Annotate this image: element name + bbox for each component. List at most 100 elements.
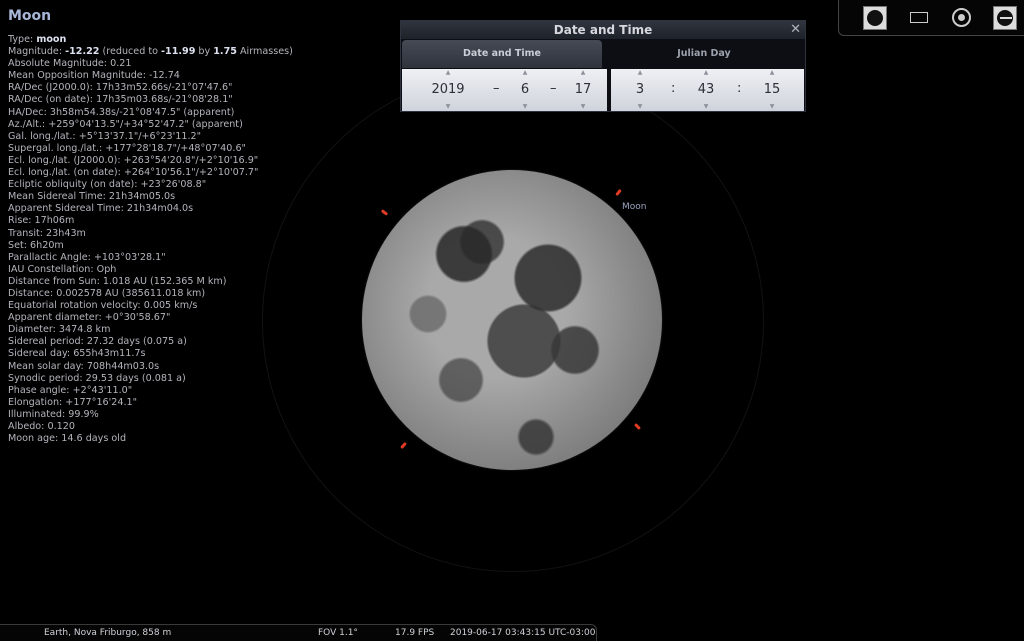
info-line-text: Equatorial rotation velocity: 0.005 km/s xyxy=(8,300,198,312)
spin-up-icon[interactable]: ▲ xyxy=(625,69,655,77)
date-time-fields: ▲ 2019 ▼ – ▲ 6 ▼ – ▲ 17 ▼ ▲ 3 ▼ : ▲ 43 ▼… xyxy=(402,69,804,111)
info-line: Phase angle: +2°43'11.0" xyxy=(8,385,338,397)
ocular-frame-icon[interactable] xyxy=(907,6,929,28)
month-value[interactable]: 6 xyxy=(510,77,540,103)
tab-julian-day[interactable]: Julian Day xyxy=(604,40,804,68)
hour-value[interactable]: 3 xyxy=(625,77,655,103)
spin-down-icon[interactable]: ▼ xyxy=(757,103,787,111)
spin-down-icon[interactable]: ▼ xyxy=(416,103,480,111)
datetime-text[interactable]: 2019-06-17 03:43:15 UTC-03:00 xyxy=(450,625,595,641)
info-line-text: -12.22 xyxy=(65,46,100,58)
info-line-text: Ecl. long./lat. (J2000.0): +263°54'20.8"… xyxy=(8,154,259,166)
close-icon[interactable]: ✕ xyxy=(790,22,801,37)
info-line: Elongation: +177°16'24.1" xyxy=(8,397,338,409)
info-line: HA/Dec: 3h58m54.38s/-21°08'47.5" (appare… xyxy=(8,107,338,119)
time-separator: : xyxy=(671,81,676,96)
time-separator: : xyxy=(737,81,742,96)
spin-down-icon[interactable]: ▼ xyxy=(625,103,655,111)
info-line-text: Rise: 17h06m xyxy=(8,215,75,227)
info-line-text: Mean Sidereal Time: 21h34m05.0s xyxy=(8,191,176,203)
info-line-text: Ecl. long./lat. (on date): +264°10'56.1"… xyxy=(8,167,259,179)
info-line-text: Parallactic Angle: +103°03'28.1" xyxy=(8,251,166,263)
info-line: Magnitude: -12.22 (reduced to -11.99 by … xyxy=(8,46,338,58)
info-line: Az./Alt.: +259°04'13.5"/+34°52'47.2" (ap… xyxy=(8,119,338,131)
date-separator: – xyxy=(493,81,500,96)
info-line: Supergal. long./lat.: +177°28'18.7"/+48°… xyxy=(8,143,338,155)
info-line: Transit: 23h43m xyxy=(8,228,338,240)
info-line-text: Distance: 0.002578 AU (385611.018 km) xyxy=(8,287,206,299)
spin-up-icon[interactable]: ▲ xyxy=(416,69,480,77)
info-line-text: Set: 6h20m xyxy=(8,239,64,251)
date-separator: – xyxy=(550,81,557,96)
year-spinbox[interactable]: ▲ 2019 ▼ xyxy=(416,69,480,111)
info-line-text: IAU Constellation: Oph xyxy=(8,263,117,275)
location-text[interactable]: Earth, Nova Friburgo, 858 m xyxy=(44,625,171,641)
info-line: Sidereal day: 655h43m11.7s xyxy=(8,348,338,360)
tab-date-and-time[interactable]: Date and Time xyxy=(402,40,602,68)
spin-up-icon[interactable]: ▲ xyxy=(757,69,787,77)
info-line-text: Supergal. long./lat.: +177°28'18.7"/+48°… xyxy=(8,142,246,154)
info-line: Type: moon xyxy=(8,34,338,46)
hour-spinbox[interactable]: ▲ 3 ▼ xyxy=(625,69,655,111)
spin-down-icon[interactable]: ▼ xyxy=(568,103,598,111)
spin-down-icon[interactable]: ▼ xyxy=(691,103,721,111)
telrad-target-icon[interactable] xyxy=(950,6,972,28)
info-line: Set: 6h20m xyxy=(8,240,338,252)
info-line: Mean Opposition Magnitude: -12.74 xyxy=(8,70,338,82)
spin-up-icon[interactable]: ▲ xyxy=(691,69,721,77)
month-spinbox[interactable]: ▲ 6 ▼ xyxy=(510,69,540,111)
info-line: Parallactic Angle: +103°03'28.1" xyxy=(8,252,338,264)
info-line: Albedo: 0.120 xyxy=(8,421,338,433)
spin-up-icon[interactable]: ▲ xyxy=(568,69,598,77)
info-line: Apparent Sidereal Time: 21h34m04.0s xyxy=(8,203,338,215)
info-line-text: Az./Alt.: +259°04'13.5"/+34°52'47.2" (ap… xyxy=(8,118,243,130)
info-line: Sidereal period: 27.32 days (0.075 a) xyxy=(8,336,338,348)
info-line: IAU Constellation: Oph xyxy=(8,264,338,276)
day-spinbox[interactable]: ▲ 17 ▼ xyxy=(568,69,598,111)
info-line: Distance from Sun: 1.018 AU (152.365 M k… xyxy=(8,276,338,288)
info-line: Apparent diameter: +0°30'58.67" xyxy=(8,312,338,324)
year-value[interactable]: 2019 xyxy=(416,77,480,103)
info-line-text: Magnitude: xyxy=(8,46,66,58)
minute-spinbox[interactable]: ▲ 43 ▼ xyxy=(691,69,721,111)
info-line-text: Synodic period: 29.53 days (0.081 a) xyxy=(8,372,186,384)
info-line-text: Apparent Sidereal Time: 21h34m04.0s xyxy=(8,203,194,215)
info-line: Ecl. long./lat. (on date): +264°10'56.1"… xyxy=(8,167,338,179)
info-line-text: Gal. long./lat.: +5°13'37.1"/+6°23'11.2" xyxy=(8,130,202,142)
spin-up-icon[interactable]: ▲ xyxy=(510,69,540,77)
second-spinbox[interactable]: ▲ 15 ▼ xyxy=(757,69,787,111)
info-line-text: by xyxy=(195,46,214,58)
fps-text: 17.9 FPS xyxy=(395,628,435,638)
info-line-text: Airmasses) xyxy=(236,46,293,58)
info-line-text: Moon age: 14.6 days old xyxy=(8,433,127,445)
day-value[interactable]: 17 xyxy=(568,77,598,103)
info-line-text: 1.75 xyxy=(213,46,237,58)
info-line-text: RA/Dec (J2000.0): 17h33m52.66s/-21°07'47… xyxy=(8,82,233,94)
second-value[interactable]: 15 xyxy=(757,77,787,103)
info-line-text: Type: xyxy=(8,34,37,45)
dialog-tabs: Date and Time Julian Day xyxy=(401,40,805,68)
time-fields: ▲ 3 ▼ : ▲ 43 ▼ : ▲ 15 ▼ xyxy=(611,69,804,111)
info-line: Ecliptic obliquity (on date): +23°26'08.… xyxy=(8,179,338,191)
dialog-title[interactable]: Date and Time xyxy=(401,21,805,39)
info-line: Diameter: 3474.8 km xyxy=(8,324,338,336)
info-line-text: RA/Dec (on date): 17h35m03.68s/-21°08'28… xyxy=(8,94,233,106)
date-fields: ▲ 2019 ▼ – ▲ 6 ▼ – ▲ 17 ▼ xyxy=(402,69,607,111)
info-line: Absolute Magnitude: 0.21 xyxy=(8,58,338,70)
info-line-text: Sidereal day: 655h43m11.7s xyxy=(8,348,146,360)
info-line: Moon age: 14.6 days old xyxy=(8,433,338,445)
info-line: Gal. long./lat.: +5°13'37.1"/+6°23'11.2" xyxy=(8,131,338,143)
lunar-disk-icon[interactable] xyxy=(863,6,887,30)
info-line-text: Diameter: 3474.8 km xyxy=(8,324,111,336)
info-lines: Type: moon Magnitude: -12.22 (reduced to … xyxy=(8,34,338,445)
status-bar: Earth, Nova Friburgo, 858 m FOV 1.1° 17.… xyxy=(0,624,597,641)
object-info-panel: Moon Type: moon Magnitude: -12.22 (reduce… xyxy=(8,8,338,445)
info-line-text: Absolute Magnitude: 0.21 xyxy=(8,58,132,70)
spin-down-icon[interactable]: ▼ xyxy=(510,103,540,111)
sensor-icon[interactable] xyxy=(993,6,1017,30)
info-line-text: Apparent diameter: +0°30'58.67" xyxy=(8,312,171,324)
info-line-text: Ecliptic obliquity (on date): +23°26'08.… xyxy=(8,179,207,191)
info-line-text: HA/Dec: 3h58m54.38s/-21°08'47.5" (appare… xyxy=(8,106,235,118)
moon-disk[interactable] xyxy=(362,170,662,470)
minute-value[interactable]: 43 xyxy=(691,77,721,103)
